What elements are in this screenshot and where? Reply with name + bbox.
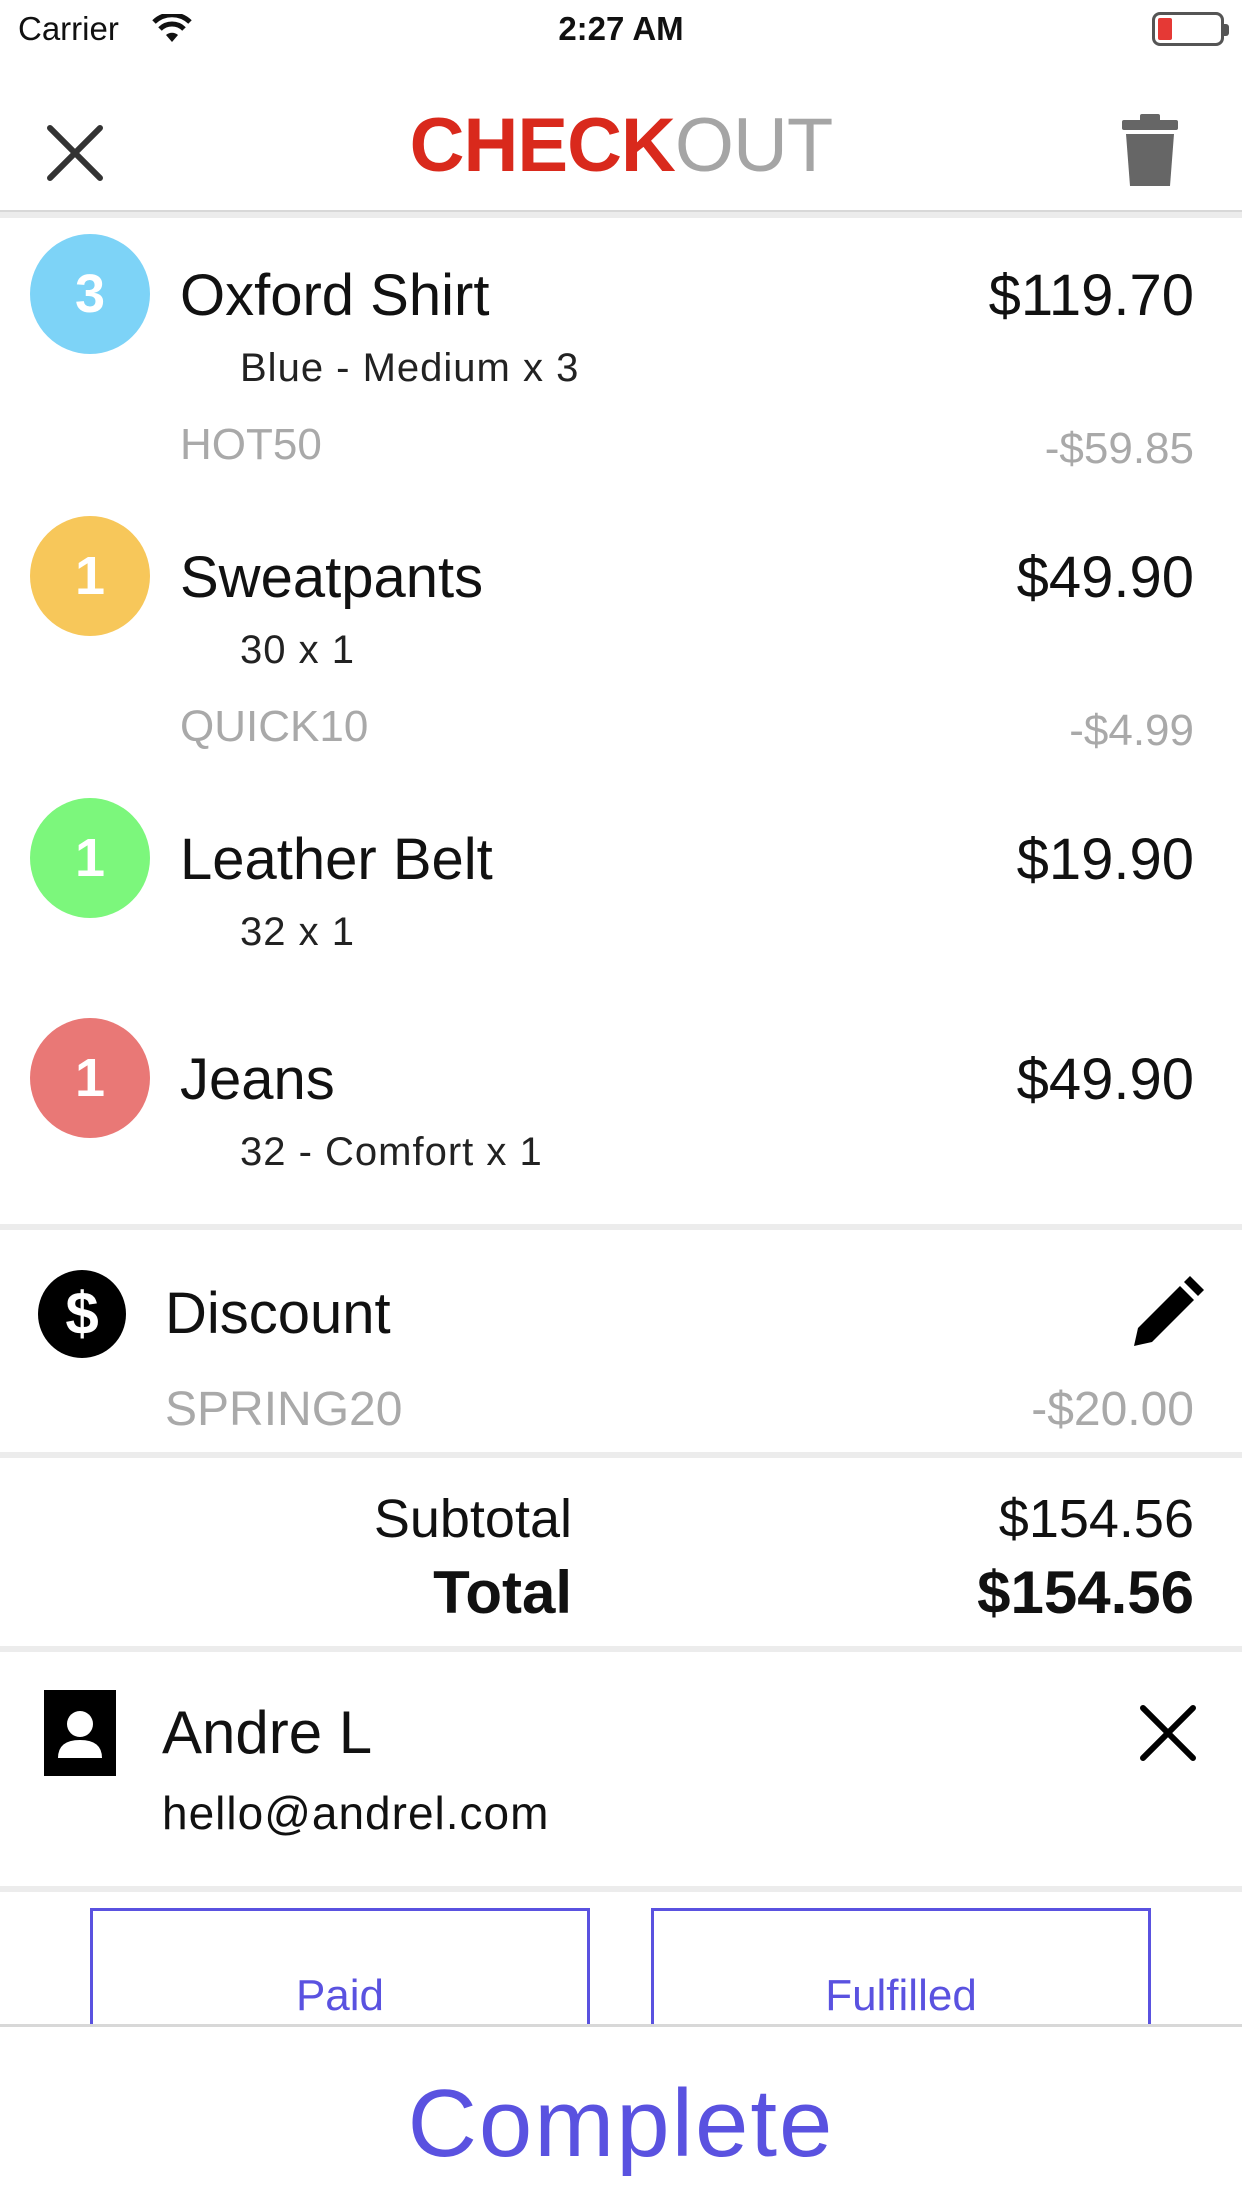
quantity-badge: 1 [30,516,150,636]
nav-bar: CHECKOUT [0,60,1242,213]
customer-email: hello@andrel.com [162,1787,550,1839]
dollar-icon: $ [38,1270,126,1358]
subtotal-value: $154.56 [998,1489,1194,1549]
pencil-icon[interactable] [1128,1276,1204,1352]
item-price: $19.90 [1016,827,1194,892]
trash-icon[interactable] [1120,112,1180,188]
item-discount-amount: -$4.99 [1069,706,1194,755]
total-label: Total [433,1559,572,1626]
quantity-badge: 3 [30,234,150,354]
item-name: Sweatpants [180,545,484,610]
complete-button[interactable]: Complete [0,2069,1242,2179]
items-divider [0,1224,1242,1230]
discount-amount: -$20.00 [1031,1383,1194,1436]
item-discount-code: HOT50 [180,420,322,469]
item-price: $49.90 [1016,545,1194,610]
customer-name: Andre L [162,1699,373,1766]
page-title: CHECKOUT [0,102,1242,189]
customer-divider [0,1886,1242,1892]
item-price: $119.70 [988,263,1194,328]
item-discount-code: QUICK10 [180,702,369,751]
item-variant: Blue - Medium x 3 [240,346,580,390]
item-name: Jeans [180,1047,335,1112]
title-check: CHECK [409,103,676,188]
item-price: $49.90 [1016,1047,1194,1112]
total-value: $154.56 [977,1559,1194,1626]
quantity-badge: 1 [30,1018,150,1138]
battery-icon [1152,12,1229,46]
discount-label: Discount [165,1281,391,1346]
status-bar: Carrier 2:27 AM [0,0,1242,60]
item-variant: 30 x 1 [240,628,355,672]
totals-divider [0,1646,1242,1652]
subtotal-label: Subtotal [373,1489,572,1549]
nav-divider [0,212,1242,218]
item-variant: 32 - Comfort x 1 [240,1130,543,1174]
complete-bar: Complete [0,2024,1242,2211]
discount-code: SPRING20 [165,1383,403,1436]
quantity-badge: 1 [30,798,150,918]
paid-label: Paid [295,1971,385,2020]
remove-customer-icon[interactable] [1135,1700,1201,1766]
discount-divider [0,1452,1242,1458]
paid-button[interactable]: Paid [90,1908,590,2024]
item-name: Oxford Shirt [180,263,490,328]
item-variant: 32 x 1 [240,910,355,954]
title-out: OUT [674,103,833,188]
status-time: 2:27 AM [558,10,684,47]
fulfilled-label: Fulfilled [825,1971,977,2020]
item-name: Leather Belt [180,827,493,892]
fulfilled-button[interactable]: Fulfilled [651,1908,1151,2024]
contact-icon [44,1690,116,1776]
item-discount-amount: -$59.85 [1044,424,1194,473]
